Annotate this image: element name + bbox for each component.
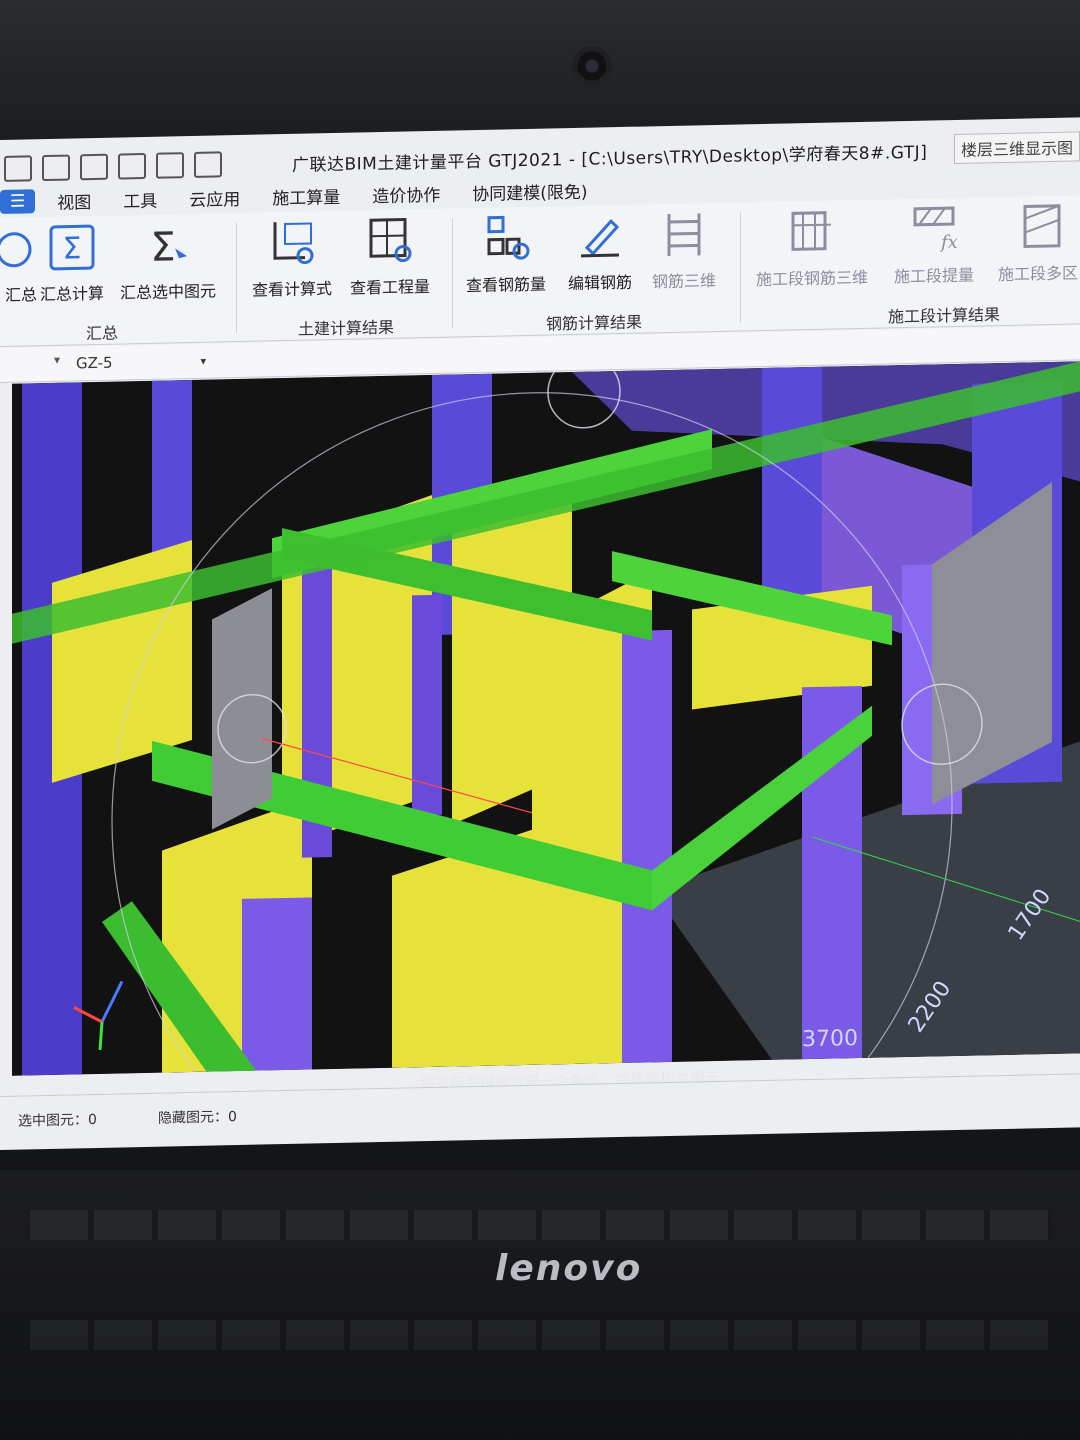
tab-cost-collab[interactable]: 造价协作 [356,180,456,207]
group-label-segment-result: 施工段计算结果 [888,305,1001,327]
ribbon-separator [740,212,741,323]
rebar-3d-icon [667,213,701,257]
3d-model-render [12,361,1080,1076]
tab-collab-model[interactable]: 协同建模(限免) [456,177,603,205]
calc-view-icon [273,222,314,265]
view-formula-button[interactable]: 查看计算式 [252,217,332,301]
group-label-rebar-result: 钢筋计算结果 [546,312,643,334]
tab-home[interactable]: ☰ [0,189,36,214]
view-rebar-button[interactable]: 查看钢筋量 [466,213,546,297]
table-icon[interactable] [156,152,184,179]
layout-icon[interactable] [80,153,108,181]
sigma-icon: Σ [49,224,95,271]
segment-quantity-button[interactable]: fx 施工段提量 [894,204,974,288]
sigma-select-icon: Σ [150,224,187,271]
webcam [572,46,612,86]
tab-tools[interactable]: 工具 [107,186,173,212]
ribbon: 汇总 Σ 汇总计算 Σ 汇总选中图元 查看计算式 查看工程量 查看钢筋量 编辑钢… [0,195,1080,347]
3d-viewport[interactable]: 1700 2200 3700 [12,361,1080,1076]
rebar-3d-button[interactable]: 钢筋三维 [652,209,716,292]
application-window: 广联达BIM土建计量平台 GTJ2021 - [C:\Users\TRY\Des… [0,117,1080,1151]
svg-text:fx: fx [939,232,958,253]
segment-multi-zone-button[interactable]: 施工段多区 [998,201,1078,285]
quick-access-toolbar [0,151,222,182]
segment-rebar-3d-button[interactable]: 施工段钢筋三维 [756,206,868,290]
key-row [30,1210,1050,1240]
edit-rebar-button[interactable]: 编辑钢筋 [568,211,632,294]
key-row [30,1320,1050,1350]
save-icon[interactable] [4,155,32,182]
ribbon-separator [452,218,453,329]
group-label-civil-result: 土建计算结果 [298,317,395,339]
component-dropdown[interactable]: GZ-5 ▾ [72,350,210,375]
chevron-down-icon: ▾ [200,354,206,368]
grid-icon[interactable] [42,154,70,182]
segment-rebar-3d-icon [791,211,831,251]
brand-logo: lenovo [495,1248,643,1289]
floor-dropdown-arrow[interactable]: ▾ [0,353,60,376]
formula-icon: fx [913,206,958,253]
hidden-count: 隐藏图元：0 [158,1109,237,1127]
floor-3d-display-label: 楼层三维显示图 [953,131,1080,165]
svg-text:Σ: Σ [63,231,82,266]
selected-count: 选中图元：0 [18,1111,97,1130]
pencil-icon [581,219,620,258]
multi-zone-icon [1023,204,1061,249]
laptop-keyboard-area [0,1170,1080,1440]
summary-selected-button[interactable]: Σ 汇总选中图元 [120,219,216,303]
dimension-label: 3700 [802,1026,858,1053]
quantity-view-icon [369,217,412,263]
ribbon-separator [236,223,237,334]
component-dropdown-value: GZ-5 [76,353,113,373]
rebar-quantity-icon [487,215,530,260]
svg-text:Σ: Σ [150,224,175,271]
group-label-summary: 汇总 [86,323,119,344]
view-quantity-button[interactable]: 查看工程量 [350,215,430,299]
brush-icon[interactable] [118,152,146,180]
tab-construction[interactable]: 施工算量 [256,182,356,209]
undo-icon[interactable] [194,151,222,178]
tab-view[interactable]: 视图 [41,187,107,214]
summary-calc-button[interactable]: Σ 汇总计算 [40,222,104,305]
tab-cloud[interactable]: 云应用 [173,184,256,211]
